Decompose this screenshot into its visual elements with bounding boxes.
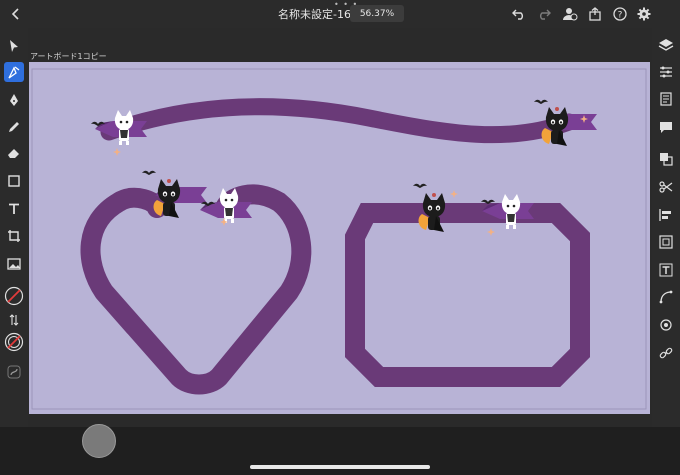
- grid-icon[interactable]: [657, 233, 675, 251]
- path-tool-icon[interactable]: [4, 362, 24, 382]
- artboard[interactable]: [29, 62, 650, 414]
- share-user-icon[interactable]: [560, 4, 580, 24]
- sparkle-icon: [487, 228, 495, 236]
- swap-colors-icon[interactable]: [4, 310, 24, 330]
- select-tool-icon[interactable]: [4, 36, 24, 56]
- align-icon[interactable]: [657, 206, 675, 224]
- direct-select-tool-icon[interactable]: [4, 62, 24, 82]
- libraries-icon[interactable]: [657, 90, 675, 108]
- undo-icon[interactable]: [509, 4, 529, 24]
- pen-tool-icon[interactable]: [4, 90, 24, 110]
- settings-icon[interactable]: [657, 316, 675, 334]
- top-bar: • • • 名称未設定-164 56.37% ?: [0, 0, 680, 28]
- zoom-level[interactable]: 56.37%: [350, 5, 404, 22]
- svg-text:?: ?: [618, 11, 623, 21]
- bat-icon: [413, 183, 427, 188]
- type-icon[interactable]: [657, 261, 675, 279]
- curve-icon[interactable]: [657, 288, 675, 306]
- eraser-tool-icon[interactable]: [4, 143, 24, 163]
- export-icon[interactable]: [585, 4, 605, 24]
- duplicate-icon[interactable]: [657, 150, 675, 168]
- rectangle-tool-icon[interactable]: [4, 171, 24, 191]
- redo-icon[interactable]: [534, 4, 554, 24]
- artboard-label[interactable]: アートボード1コピー: [30, 51, 107, 62]
- artwork[interactable]: [29, 62, 650, 414]
- pencil-tool-icon[interactable]: [4, 117, 24, 137]
- image-tool-icon[interactable]: [4, 254, 24, 274]
- scissors-icon[interactable]: [657, 178, 675, 196]
- crop-tool-icon[interactable]: [4, 226, 24, 246]
- wavy-path[interactable]: [100, 98, 578, 144]
- sparkle-icon: [450, 190, 458, 198]
- text-tool-icon[interactable]: [4, 199, 24, 219]
- touch-shortcut-button[interactable]: [82, 424, 116, 458]
- left-toolbar: [0, 28, 28, 428]
- comments-icon[interactable]: [657, 118, 675, 136]
- back-chevron-icon[interactable]: [6, 4, 26, 24]
- bat-icon: [142, 170, 156, 175]
- heart-path[interactable]: [80, 184, 312, 395]
- octagon-path[interactable]: [345, 203, 590, 387]
- link-icon[interactable]: [657, 344, 675, 362]
- right-toolbar: [652, 28, 680, 428]
- bat-icon: [534, 99, 548, 104]
- properties-icon[interactable]: [657, 63, 675, 81]
- layers-icon[interactable]: [657, 36, 675, 54]
- fill-swatch-icon[interactable]: [4, 286, 24, 306]
- sparkle-icon: [113, 148, 121, 156]
- help-icon[interactable]: ?: [610, 4, 630, 24]
- document-title[interactable]: 名称未設定-164: [278, 6, 358, 22]
- settings-gear-icon[interactable]: [634, 4, 654, 24]
- home-indicator[interactable]: [250, 465, 430, 469]
- stroke-swatch-icon[interactable]: [4, 332, 24, 352]
